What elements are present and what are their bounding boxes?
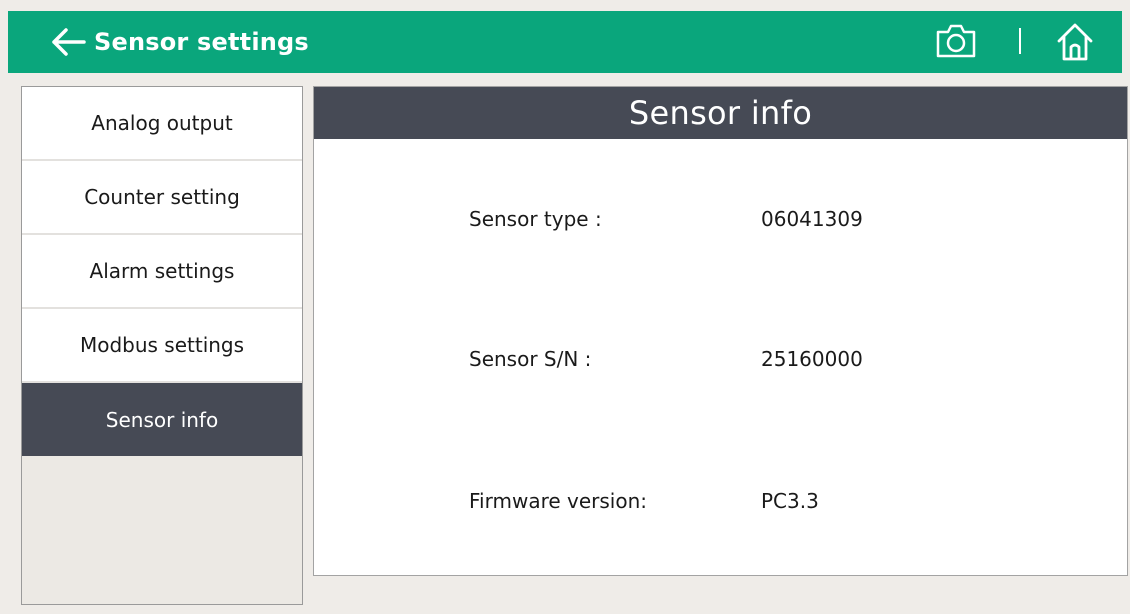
sidebar-item-analog-output[interactable]: Analog output <box>22 87 302 161</box>
top-bar: Sensor settings <box>8 11 1122 73</box>
sidebar-item-label: Alarm settings <box>89 259 235 283</box>
camera-icon[interactable] <box>935 23 977 59</box>
sidebar-item-label: Analog output <box>91 111 233 135</box>
sidebar-item-sensor-info[interactable]: Sensor info <box>22 383 302 456</box>
sensor-info-panel: Sensor info Sensor type : 06041309 Senso… <box>313 86 1128 576</box>
back-button[interactable]: Sensor settings <box>48 23 309 61</box>
sidebar-item-label: Counter setting <box>84 185 240 209</box>
settings-sidebar: Analog output Counter setting Alarm sett… <box>21 86 303 605</box>
sidebar-item-label: Modbus settings <box>79 333 245 357</box>
sidebar-item-label: Sensor info <box>105 407 219 432</box>
sensor-type-label: Sensor type : <box>469 207 602 231</box>
home-icon[interactable] <box>1055 21 1095 63</box>
sidebar-item-counter-setting[interactable]: Counter setting <box>22 161 302 235</box>
sidebar-item-alarm-settings[interactable]: Alarm settings <box>22 235 302 309</box>
firmware-version-label: Firmware version: <box>469 489 648 513</box>
sensor-type-value: 06041309 <box>761 207 863 231</box>
page-title: Sensor settings <box>94 28 309 56</box>
sensor-sn-label: Sensor S/N : <box>469 347 592 371</box>
sensor-sn-value: 25160000 <box>761 347 863 371</box>
sidebar-item-modbus-settings[interactable]: Modbus settings <box>22 309 302 383</box>
header-divider <box>1019 28 1021 54</box>
firmware-version-value: PC3.3 <box>761 489 819 513</box>
panel-title: Sensor info <box>314 87 1127 139</box>
arrow-left-icon <box>52 28 86 56</box>
